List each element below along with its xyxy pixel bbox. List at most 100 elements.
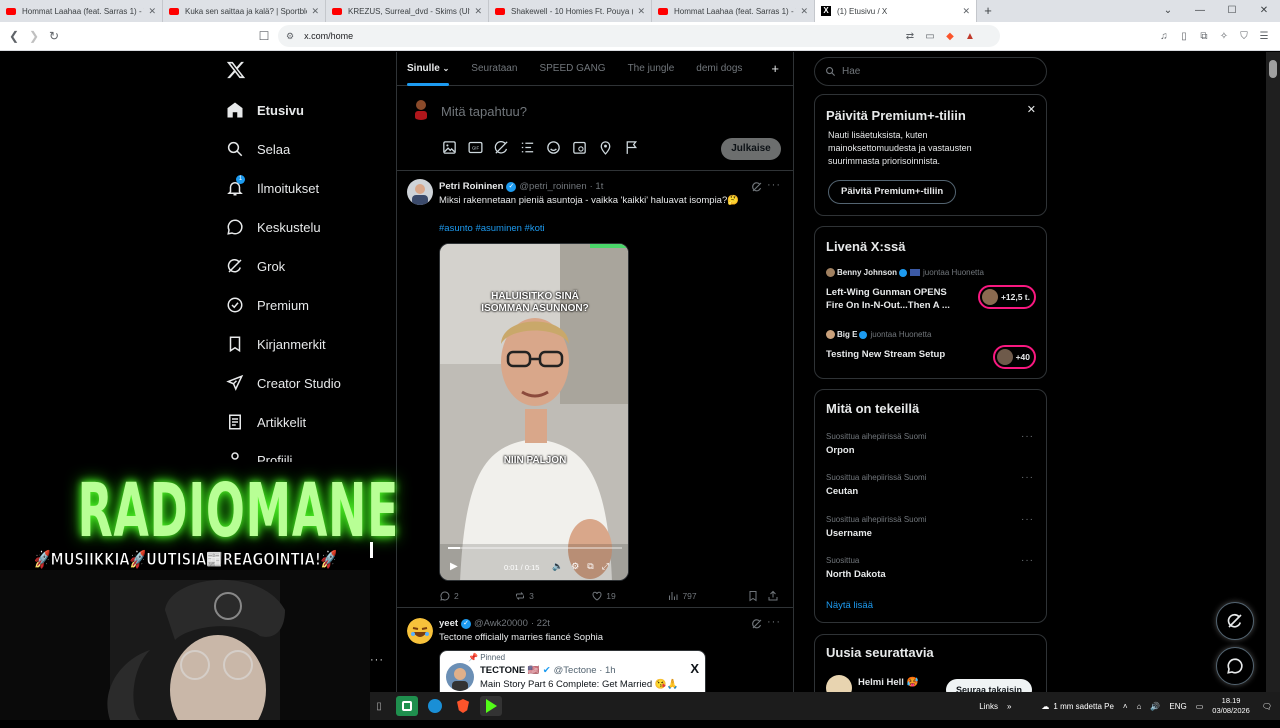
author-handle[interactable]: @Awk20000 <box>474 618 528 629</box>
play-icon[interactable]: ▶ <box>450 561 458 572</box>
back-icon[interactable]: ❮ <box>4 29 24 43</box>
browser-tab[interactable]: Hommat Laahaa (feat. Sarras 1) - You ✕ <box>0 0 163 22</box>
x-logo-icon[interactable] <box>226 60 246 80</box>
weather-icon[interactable]: ☁ <box>1041 702 1049 711</box>
tray-arrow-icon[interactable]: ˄ <box>1123 702 1128 711</box>
close-icon[interactable]: ✕ <box>1027 103 1036 116</box>
app-icon[interactable]: ▯ <box>368 696 390 716</box>
browser-tab[interactable]: Hommat Laahaa (feat. Sarras 1) - You ✕ <box>652 0 815 22</box>
avatar[interactable] <box>407 618 433 644</box>
live-space-title[interactable]: Testing New Stream Setup <box>826 348 966 361</box>
sidebar-item-grok[interactable]: Grok <box>226 255 285 277</box>
sidebar-item-notifications[interactable]: 1 Ilmoitukset <box>226 175 319 199</box>
tab-for-you[interactable]: Sinulle ⌄ <box>407 52 450 86</box>
chevron-down-icon[interactable]: ⌄ <box>1152 0 1184 22</box>
volume-icon[interactable]: 🔈 <box>552 561 563 572</box>
reply-button[interactable]: 2 <box>439 590 514 602</box>
close-tab-icon[interactable]: ✕ <box>800 6 808 17</box>
trend-name[interactable]: Ceutan <box>826 486 858 497</box>
weather-text[interactable]: 1 mm sadetta Pe <box>1053 702 1113 711</box>
forward-icon[interactable]: ❯ <box>24 29 44 43</box>
tab-following[interactable]: Seurataan <box>471 52 517 86</box>
compose-input[interactable]: Mitä tapahtuu? <box>441 104 527 119</box>
close-tab-icon[interactable]: ✕ <box>148 6 156 17</box>
sidebar-item-explore[interactable]: Selaa <box>226 138 290 160</box>
reload-icon[interactable]: ↻ <box>44 29 64 43</box>
tweet-time[interactable]: · 1t <box>590 181 604 192</box>
grok-explain-icon[interactable] <box>751 181 763 193</box>
close-tab-icon[interactable]: ✕ <box>474 6 482 17</box>
sidebar-item-premium[interactable]: Premium <box>226 294 309 316</box>
upgrade-premium-button[interactable]: Päivitä Premium+-tiliin <box>828 180 957 204</box>
more-options-icon[interactable]: ··· <box>1021 431 1034 442</box>
live-listeners-pill[interactable]: +40 <box>992 345 1036 369</box>
url-bar[interactable]: ⚙ x.com/home <box>278 25 1000 47</box>
views-button[interactable]: 797 <box>667 590 747 602</box>
avatar[interactable] <box>407 179 433 205</box>
close-tab-icon[interactable]: ✕ <box>311 6 319 17</box>
media-icon[interactable]: ♫ <box>1154 31 1174 42</box>
tab-the-jungle[interactable]: The jungle <box>628 52 675 86</box>
more-options-icon[interactable]: ··· <box>1021 472 1034 483</box>
gif-icon[interactable]: GIF <box>467 139 484 156</box>
network-icon[interactable]: ⌂ <box>1137 702 1142 711</box>
kick-app-icon[interactable] <box>480 696 502 716</box>
flag-icon[interactable] <box>623 139 640 156</box>
trend-name[interactable]: North Dakota <box>826 569 886 580</box>
suggested-user-name[interactable]: Helmi Hell 🥵 <box>858 677 918 688</box>
tweet-video[interactable]: HALUISITKO SINÄ ISOMMAN ASUNNON? NIIN PA… <box>439 243 629 581</box>
maximize-button[interactable]: ☐ <box>1216 0 1248 22</box>
tab-demi-dogs[interactable]: demi dogs <box>696 52 742 86</box>
browser-tab-active[interactable]: X (1) Etusivu / X ✕ <box>815 0 977 22</box>
site-info-icon[interactable]: ⚙ <box>286 31 294 42</box>
messages-floating-button[interactable] <box>1216 647 1254 685</box>
more-options-icon[interactable]: ··· <box>767 616 781 628</box>
notification-center-icon[interactable]: 🗨 <box>1262 702 1272 711</box>
like-button[interactable]: 19 <box>591 590 667 602</box>
settings-icon[interactable]: ⚙ <box>571 561 579 572</box>
tab-speed-gang[interactable]: SPEED GANG <box>539 52 605 86</box>
close-tab-icon[interactable]: ✕ <box>962 6 970 17</box>
language-indicator[interactable]: ENG <box>1169 702 1186 711</box>
edge-app-icon[interactable] <box>424 696 446 716</box>
browser-tab[interactable]: Kuka sen saittaa ja kalä? | Sportblokgra… <box>163 0 326 22</box>
brave-app-icon[interactable] <box>452 696 474 716</box>
brave-shield-icon[interactable]: ◆ <box>940 31 960 42</box>
vpn-icon[interactable]: ⛉ <box>1234 31 1254 42</box>
minimize-button[interactable]: — <box>1184 0 1216 22</box>
tweet-time[interactable]: · 22t <box>531 618 550 629</box>
leo-ai-icon[interactable]: ✧ <box>1214 31 1234 42</box>
translate-icon[interactable]: ⇄ <box>900 31 920 42</box>
browser-tab[interactable]: Shakewell - 10 Homies Ft. Pouya (Pro ✕ <box>489 0 652 22</box>
share-button[interactable] <box>767 590 779 602</box>
bookmark-page-icon[interactable]: ☐ <box>254 29 274 43</box>
poll-icon[interactable] <box>519 139 536 156</box>
close-tab-icon[interactable]: ✕ <box>637 6 645 17</box>
new-tab-button[interactable]: + <box>977 0 999 22</box>
links-toolbar[interactable]: Links <box>979 702 998 711</box>
browser-tab[interactable]: KREZUS, Surreal_dvd - Skims (Ultra Sl✕ <box>326 0 489 22</box>
schedule-icon[interactable] <box>571 139 588 156</box>
chevron-icon[interactable]: » <box>1007 702 1011 711</box>
add-tab-icon[interactable]: + <box>771 52 779 86</box>
author-name[interactable]: yeet <box>439 618 458 629</box>
page-scrollbar[interactable] <box>1266 52 1280 692</box>
obs-app-icon[interactable] <box>396 696 418 716</box>
cast-icon[interactable]: ▭ <box>920 31 940 42</box>
extensions-icon[interactable]: ⧉ <box>1194 31 1214 42</box>
more-options-icon[interactable]: ··· <box>1021 555 1034 566</box>
location-icon[interactable] <box>597 139 614 156</box>
live-listeners-pill[interactable]: +12,5 t. <box>977 285 1036 309</box>
live-space-title[interactable]: Left-Wing Gunman OPENS Fire On In-N-Out.… <box>826 286 966 312</box>
scrollbar-thumb[interactable] <box>1269 60 1277 78</box>
brave-rewards-icon[interactable]: ▲ <box>960 31 980 42</box>
grok-icon[interactable] <box>493 139 510 156</box>
media-icon[interactable] <box>441 139 458 156</box>
show-more-link[interactable]: Näytä lisää <box>826 600 873 611</box>
repost-button[interactable]: 3 <box>514 590 591 602</box>
more-options-icon[interactable]: ··· <box>767 179 781 191</box>
close-window-button[interactable]: ✕ <box>1248 0 1280 22</box>
sidebar-item-articles[interactable]: Artikkelit <box>226 411 306 433</box>
search-input[interactable]: Hae <box>814 57 1047 86</box>
sidebar-item-home[interactable]: Etusivu <box>226 99 304 121</box>
